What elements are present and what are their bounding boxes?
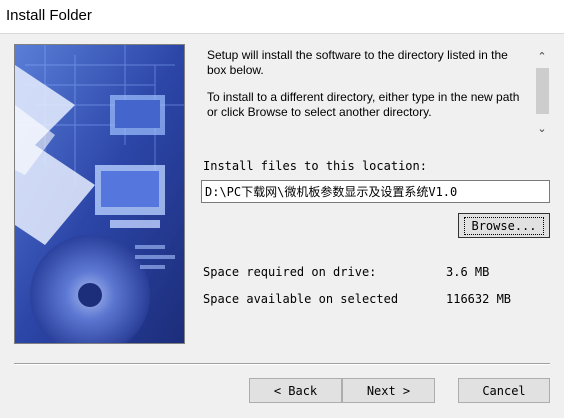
setup-side-image — [14, 44, 185, 344]
scroll-down-icon[interactable]: ⌄ — [533, 120, 551, 138]
button-divider — [14, 363, 550, 365]
space-required-value: 3.6 MB — [446, 265, 490, 279]
title-bar[interactable]: Install Folder — [0, 0, 564, 34]
browse-button-label: Browse... — [464, 216, 544, 235]
install-path-input[interactable] — [201, 180, 550, 203]
description-text: Setup will install the software to the d… — [207, 48, 529, 132]
space-available-label: Space available on selected — [203, 292, 399, 306]
description-box[interactable]: Setup will install the software to the d… — [201, 44, 551, 138]
scroll-up-icon[interactable]: ⌃ — [533, 48, 551, 66]
cancel-button[interactable]: Cancel — [458, 378, 550, 403]
scroll-thumb[interactable] — [536, 68, 549, 114]
description-paragraph: Setup will install the software to the d… — [207, 48, 508, 77]
space-available-value: 116632 MB — [446, 292, 512, 306]
browse-button[interactable]: Browse... — [458, 213, 550, 238]
install-location-label: Install files to this location: — [203, 159, 427, 173]
description-scrollbar[interactable]: ⌃ ⌄ — [533, 44, 551, 138]
space-required-label: Space required on drive: — [203, 265, 377, 279]
description-paragraph: To install to a different directory, eit… — [207, 90, 520, 119]
next-button[interactable]: Next > — [342, 378, 435, 403]
back-button[interactable]: < Back — [249, 378, 342, 403]
window-title: Install Folder — [6, 7, 92, 24]
